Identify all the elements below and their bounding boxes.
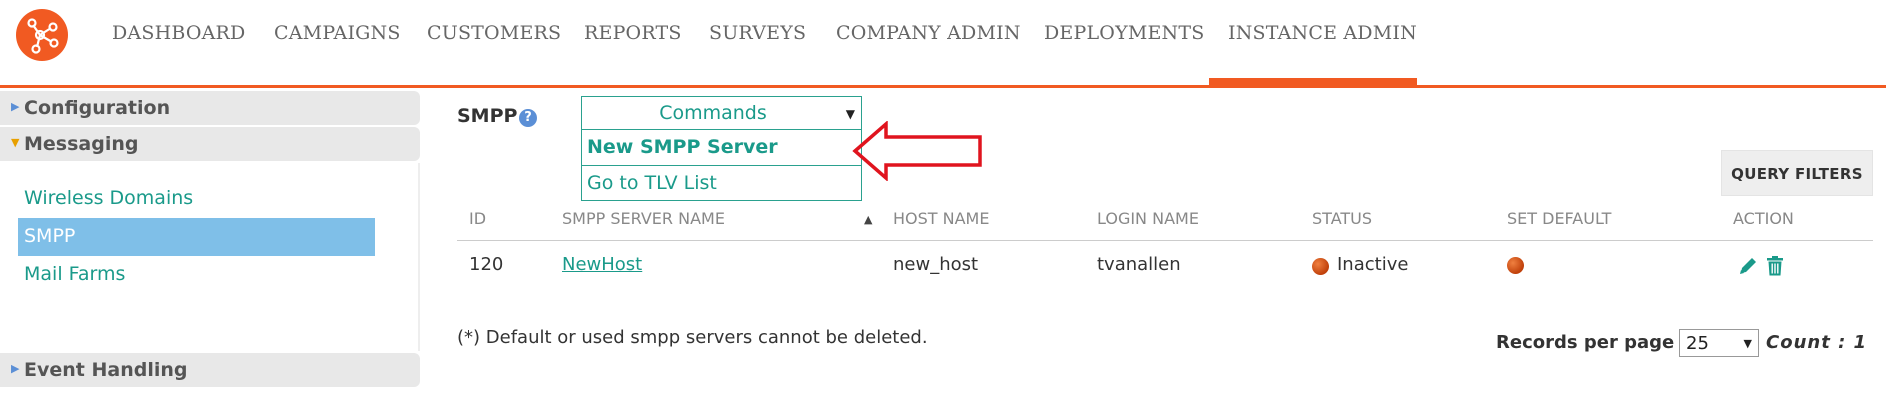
cell-status: Inactive [1337, 254, 1409, 275]
collapsed-triangle-icon: ▶ [11, 362, 20, 375]
deletion-footnote: (*) Default or used smpp servers cannot … [457, 327, 928, 348]
page-title: SMPP [457, 105, 518, 127]
sidebar-item-label: SMPP [24, 225, 76, 247]
app-logo[interactable] [16, 9, 68, 61]
nav-surveys[interactable]: SURVEYS [709, 22, 806, 44]
annotation-arrow-icon [852, 121, 982, 181]
sidebar-item-mail-farms[interactable]: Mail Farms [24, 263, 125, 285]
cell-id: 120 [469, 254, 504, 275]
expanded-triangle-icon: ▼ [11, 136, 20, 149]
sort-ascending-icon[interactable]: ▲ [864, 213, 872, 226]
sidebar-section-messaging[interactable]: ▼ Messaging [0, 127, 420, 161]
cell-login-name: tvanallen [1097, 254, 1181, 275]
query-filters-button[interactable]: QUERY FILTERS [1721, 150, 1873, 196]
help-icon[interactable]: ? [519, 109, 537, 127]
header-divider [457, 240, 1873, 241]
network-logo-icon [27, 18, 59, 54]
commands-label: Commands [659, 102, 767, 124]
nav-reports[interactable]: REPORTS [584, 22, 682, 44]
records-per-page-value: 25 [1686, 333, 1709, 354]
column-header-smpp-server-name[interactable]: SMPP SERVER NAME [562, 209, 725, 228]
record-count: Count : 1 [1766, 332, 1868, 353]
column-header-status[interactable]: STATUS [1312, 209, 1372, 228]
column-header-action: ACTION [1733, 209, 1794, 228]
edit-pencil-icon[interactable] [1738, 256, 1758, 276]
menu-divider [582, 165, 861, 166]
nav-company-admin[interactable]: COMPANY ADMIN [836, 22, 1021, 44]
nav-customers[interactable]: CUSTOMERS [427, 22, 561, 44]
top-navigation: DASHBOARD CAMPAIGNS CUSTOMERS REPORTS SU… [0, 0, 1886, 88]
cell-server-name-link[interactable]: NewHost [562, 254, 642, 275]
sidebar-section-configuration[interactable]: ▶ Configuration [0, 91, 420, 125]
sidebar-section-label: Event Handling [24, 359, 188, 381]
nav-campaigns[interactable]: CAMPAIGNS [274, 22, 401, 44]
sidebar-section-label: Messaging [24, 133, 139, 155]
commands-dropdown[interactable]: Commands ▼ [581, 96, 862, 130]
sidebar-section-event-handling[interactable]: ▶ Event Handling [0, 353, 420, 387]
nav-dashboard[interactable]: DASHBOARD [112, 22, 246, 44]
sidebar-item-wireless-domains[interactable]: Wireless Domains [24, 187, 193, 209]
sidebar-item-smpp[interactable]: SMPP [18, 218, 375, 256]
sidebar-section-label: Configuration [24, 97, 171, 119]
active-nav-indicator [1209, 78, 1417, 88]
chevron-down-icon: ▼ [1743, 337, 1752, 350]
column-header-host-name[interactable]: HOST NAME [893, 209, 989, 228]
commands-menu: New SMPP Server Go to TLV List [581, 130, 862, 201]
column-header-set-default[interactable]: SET DEFAULT [1507, 209, 1611, 228]
nav-instance-admin[interactable]: INSTANCE ADMIN [1228, 22, 1417, 44]
records-per-page-select[interactable]: 25 ▼ [1679, 329, 1759, 357]
delete-trash-icon[interactable] [1766, 256, 1784, 276]
collapsed-triangle-icon: ▶ [11, 100, 20, 113]
chevron-down-icon: ▼ [845, 107, 855, 121]
menu-item-go-to-tlv-list[interactable]: Go to TLV List [587, 172, 717, 194]
column-header-id[interactable]: ID [469, 209, 486, 228]
status-dot-icon [1312, 258, 1329, 275]
nav-deployments[interactable]: DEPLOYMENTS [1044, 22, 1204, 44]
records-per-page-label: Records per page [1496, 332, 1675, 353]
cell-host-name: new_host [893, 254, 979, 275]
set-default-dot-icon[interactable] [1507, 257, 1524, 274]
menu-item-new-smpp-server[interactable]: New SMPP Server [587, 136, 778, 158]
column-header-login-name[interactable]: LOGIN NAME [1097, 209, 1199, 228]
